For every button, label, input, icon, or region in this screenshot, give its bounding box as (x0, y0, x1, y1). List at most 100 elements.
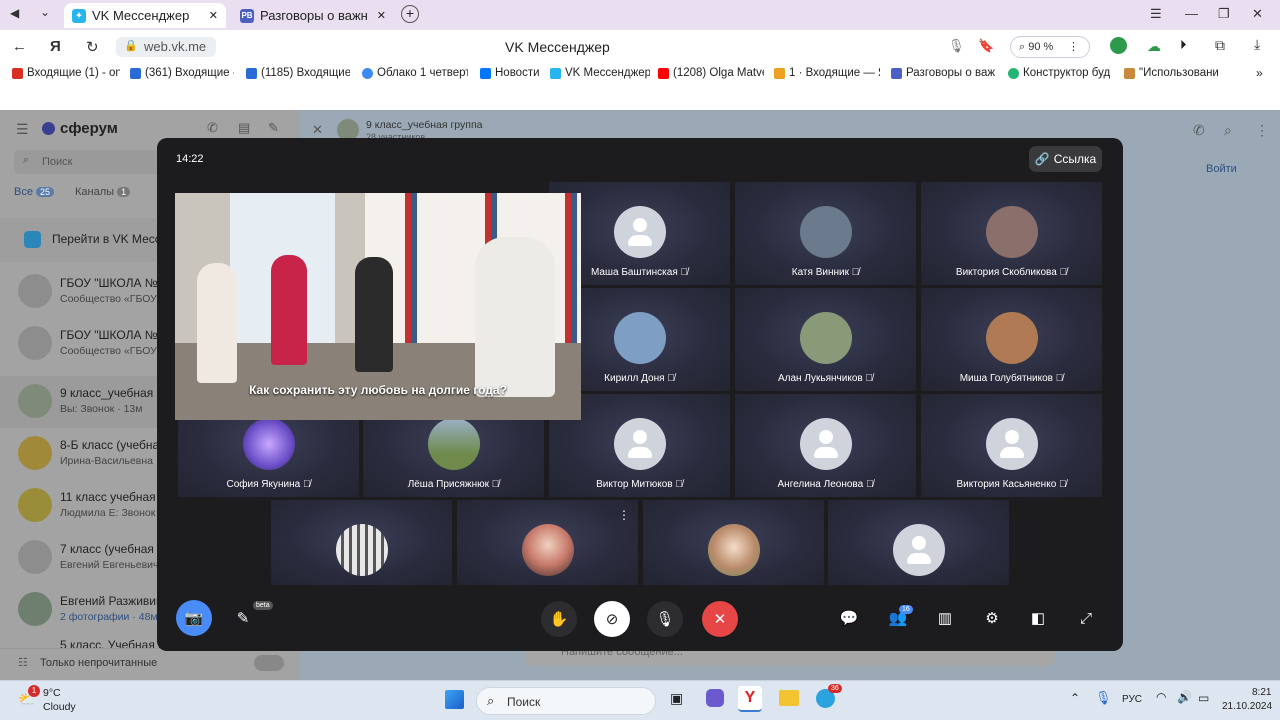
participant-tile[interactable]: Катя Винник 🎙̸ (735, 182, 916, 285)
fullscreen-button[interactable]: ⤢ (1072, 604, 1100, 632)
download-icon[interactable]: ⤓ (1254, 36, 1260, 53)
new-tab-button[interactable]: + (401, 5, 419, 23)
more-icon[interactable]: ⋮ (618, 508, 630, 522)
windows-start-icon[interactable] (445, 690, 464, 709)
end-call-button[interactable]: ✕ (702, 601, 738, 637)
close-icon[interactable]: ✕ (209, 9, 218, 22)
chat-app-icon[interactable] (706, 689, 724, 707)
raise-hand-button[interactable]: ✋ (541, 601, 577, 637)
battery-icon[interactable]: ▭ (1198, 691, 1209, 705)
chevron-up-icon[interactable]: ⌃ (1070, 691, 1080, 705)
participant-tile[interactable]: Виктория Скобликова 🎙̸ (921, 182, 1102, 285)
vk-messenger-icon (24, 231, 41, 248)
taskbar-search[interactable]: ⌕ Поиск (476, 687, 656, 715)
cloud-icon[interactable]: ☁ (1147, 38, 1161, 55)
back-icon[interactable]: ← (12, 38, 27, 55)
layout-button[interactable]: ▥ (931, 604, 959, 632)
close-icon[interactable]: ✕ (377, 9, 386, 22)
bookmark-item[interactable]: 1 · Входящие — Я (774, 67, 880, 79)
input-language[interactable]: РУС (1122, 694, 1142, 705)
chat-title: 9 класс_учебная группа (366, 119, 483, 131)
settings-button[interactable]: ⚙ (978, 604, 1006, 632)
phone-icon[interactable]: ✆ (1193, 122, 1205, 139)
clock-time[interactable]: 8:21 (1252, 687, 1271, 698)
task-view-icon[interactable]: ▣ (670, 690, 683, 707)
microphone-icon[interactable]: 🎙 (948, 38, 965, 54)
bookmark-item[interactable]: Конструктор буд (1008, 67, 1112, 79)
minimize-call-button[interactable]: ◧ (1024, 604, 1052, 632)
call-link-button[interactable]: 🔗 Ссылка (1029, 146, 1102, 172)
weather-widget[interactable]: ⛅ 1 9°C Cloudy (16, 685, 106, 715)
bookmark-item[interactable]: Новости (480, 67, 544, 79)
play-icon[interactable]: ⏵ (1180, 37, 1187, 53)
maximize-button[interactable]: ❐ (1218, 6, 1230, 22)
collections-icon[interactable]: ⧉ (1215, 37, 1225, 54)
more-icon[interactable]: ⋮ (1068, 40, 1079, 53)
microphone-button[interactable]: 🎙 (647, 601, 683, 637)
reload-icon[interactable]: ↻ (86, 38, 99, 56)
volume-icon[interactable]: 🔊 (1177, 690, 1192, 704)
participant-name: Виктор Митюков (596, 479, 673, 490)
bookmark-item[interactable]: Разговоры о важ (891, 67, 997, 79)
archive-icon[interactable]: ▤ (238, 120, 250, 136)
bookmark-item[interactable]: Облако 1 четверт (362, 67, 468, 79)
phone-icon[interactable]: ✆ (207, 120, 218, 136)
join-call-button[interactable]: Войти (1206, 163, 1237, 175)
url-field[interactable]: 🔒 web.vk.me (116, 37, 216, 57)
participant-tile[interactable]: Виктория Касьяненко 🎙̸ (921, 394, 1102, 497)
participant-tile[interactable]: Алан Лукьянчиков 🎙̸ (735, 288, 916, 391)
clock-date[interactable]: 21.10.2024 (1222, 701, 1272, 712)
bookmark-icon[interactable]: 🔖 (978, 38, 994, 54)
video-caption: Как сохранить эту любовь на долгие года? (249, 383, 507, 397)
bookmark-item[interactable]: Входящие (1) - on (12, 67, 120, 79)
chat-button[interactable]: 💬 (835, 604, 863, 632)
url-text: web.vk.me (144, 39, 207, 54)
filter-all[interactable]: Все 25 (14, 186, 55, 198)
mic-muted-icon: 🎙̸ (680, 267, 689, 278)
bookmark-item[interactable]: (1208) Olga Matve (658, 67, 764, 79)
participant-tile[interactable] (643, 500, 824, 585)
bookmark-item[interactable]: "Использовани (1124, 67, 1220, 79)
menu-icon[interactable]: ☰ (16, 121, 29, 138)
chevron-down-icon[interactable]: ⌄ (40, 5, 50, 19)
video-toggle-button[interactable]: ⊘ (594, 601, 630, 637)
yandex-browser-icon[interactable]: Y (738, 686, 762, 712)
bookmarks-more-icon[interactable]: » (1256, 66, 1263, 80)
vk-icon (480, 67, 491, 79)
person-figure (355, 257, 393, 372)
screen-share-video[interactable]: Как сохранить эту любовь на долгие года? (175, 193, 581, 420)
browser-tab-strip: ◀ ⌄ ✦ VK Мессенджер ✕ PB Разговоры о важ… (0, 0, 1280, 30)
sferum-logo-icon (42, 122, 55, 135)
zoom-indicator[interactable]: ⌕ 90 % ⋮ (1010, 36, 1090, 58)
extension-icon[interactable] (1110, 37, 1127, 54)
close-icon[interactable]: ✕ (312, 122, 323, 138)
bookmark-item[interactable]: (1185) Входящие (246, 67, 350, 79)
participant-tile[interactable]: Ангелина Леонова 🎙̸ (735, 394, 916, 497)
tabs-menu-icon[interactable]: ☰ (1150, 6, 1162, 22)
close-window-button[interactable]: ✕ (1252, 6, 1263, 22)
mic-muted-icon: 🎙̸ (491, 479, 500, 490)
participant-tile[interactable] (828, 500, 1009, 585)
tab-vk-messenger[interactable]: ✦ VK Мессенджер ✕ (64, 3, 226, 28)
wifi-icon[interactable]: ◠ (1156, 690, 1166, 704)
bookmark-item[interactable]: VK Мессенджер (550, 67, 650, 79)
camera-icon: 📷 (184, 610, 204, 627)
search-icon[interactable]: ⌕ (1224, 122, 1232, 139)
bookmark-item[interactable]: (361) Входящие - (130, 67, 234, 79)
camera-switch-button[interactable]: 📷 (176, 600, 212, 636)
yandex-icon[interactable]: Я (50, 38, 61, 55)
compose-icon[interactable]: ✎ (268, 120, 279, 136)
cloud-icon (362, 67, 373, 79)
microphone-icon[interactable]: 🎙 (1095, 690, 1112, 706)
minimize-button[interactable]: — (1185, 6, 1198, 21)
file-explorer-icon[interactable] (779, 690, 799, 706)
participant-tile[interactable]: ⋮ (457, 500, 638, 585)
speaker-icon[interactable]: ◀ (10, 6, 19, 20)
participant-tile[interactable] (271, 500, 452, 585)
participant-name: София Якунина (226, 479, 301, 490)
tab-razgovory[interactable]: PB Разговоры о важном ✕ (232, 3, 392, 28)
participant-tile[interactable]: Миша Голубятников 🎙̸ (921, 288, 1102, 391)
more-icon[interactable]: ⋮ (1255, 122, 1269, 139)
unread-toggle[interactable] (254, 655, 284, 671)
filter-channels[interactable]: Каналы 1 (75, 186, 131, 198)
